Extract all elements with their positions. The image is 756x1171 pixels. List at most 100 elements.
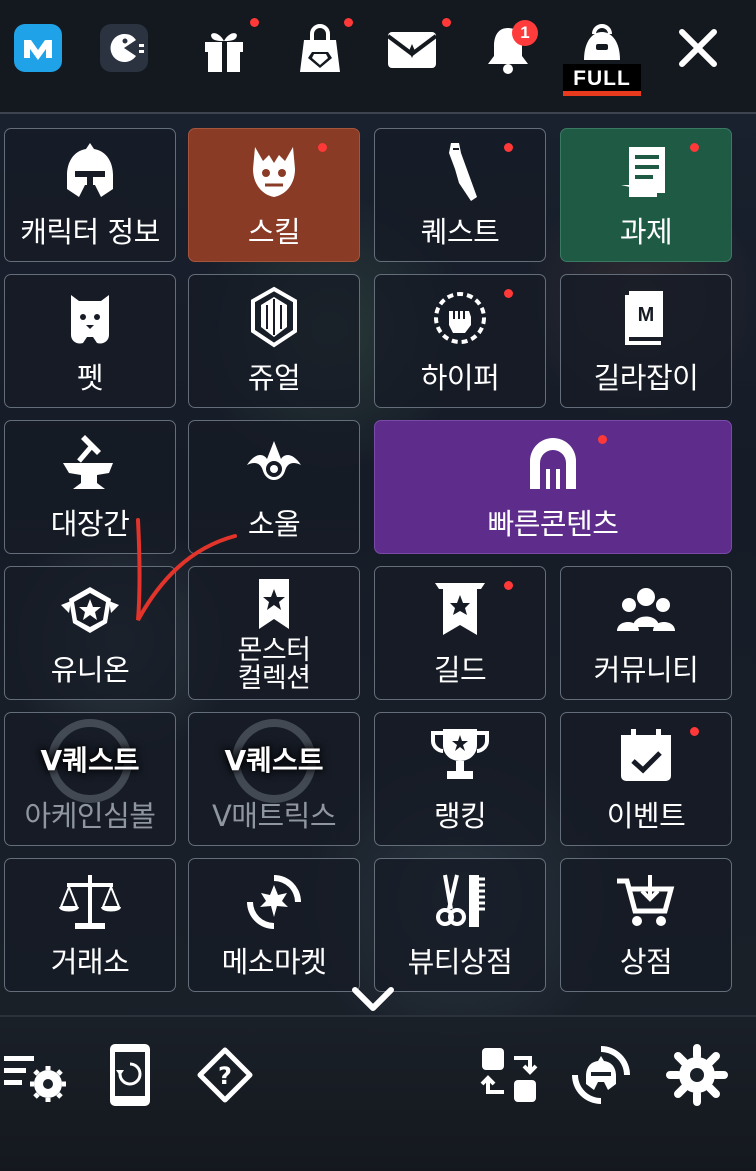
menu-label: 퀘스트: [420, 215, 500, 249]
skill-demon-icon: [241, 139, 307, 205]
menu-label: 아케인심볼: [24, 799, 156, 833]
mail-notice-dot: [442, 18, 451, 27]
svg-text:?: ?: [218, 1062, 232, 1090]
trophy-icon: [427, 723, 493, 789]
menu-pet[interactable]: 펫: [4, 274, 176, 408]
menu-forge[interactable]: 대장간: [4, 420, 176, 554]
menu-label: 랭킹: [433, 799, 487, 833]
guidebook-icon: M: [613, 285, 679, 351]
gift-notice-dot: [250, 18, 259, 27]
scissors-comb-icon: [427, 869, 493, 935]
maplestory-app-icon[interactable]: [6, 20, 70, 90]
new-dot: [318, 143, 327, 152]
menu-label: 길드: [433, 653, 487, 687]
menu-label: 펫: [76, 361, 104, 395]
community-people-icon: [613, 577, 679, 643]
gem-icon: [241, 285, 307, 351]
bookmark-star-icon: [241, 573, 307, 639]
new-dot: [598, 435, 607, 444]
menu-quest[interactable]: 퀘스트: [374, 128, 546, 262]
document-list-icon: [613, 139, 679, 205]
scale-icon: [57, 869, 123, 935]
scroll-icon: [427, 139, 493, 205]
menu-jewel[interactable]: 쥬얼: [188, 274, 360, 408]
svg-text:M: M: [638, 304, 655, 326]
menu-label: 뷰티상점: [407, 945, 513, 979]
menu-settings-icon[interactable]: [2, 1040, 72, 1110]
inventory-full-label: FULL: [563, 64, 641, 96]
menu-label: 스킬: [247, 215, 301, 249]
pet-bear-icon: [57, 285, 123, 351]
menu-shop[interactable]: 상점: [560, 858, 732, 992]
vquest-badge: V퀘스트: [224, 744, 324, 777]
soul-eye-icon: [241, 431, 307, 497]
new-dot: [504, 143, 513, 152]
menu-label: 커뮤니티: [593, 653, 699, 687]
mail-icon[interactable]: [380, 18, 451, 90]
menu-label: 거래소: [50, 945, 130, 979]
menu-beauty-shop[interactable]: 뷰티상점: [374, 858, 546, 992]
meso-leaf-refresh-icon: [241, 869, 307, 935]
bell-icon[interactable]: 1: [476, 20, 540, 90]
cash-shop-icon[interactable]: [288, 18, 353, 90]
gear-icon[interactable]: [662, 1040, 732, 1110]
union-star-badge-icon: [57, 577, 123, 643]
phone-rotate-icon[interactable]: [96, 1040, 166, 1110]
menu-task[interactable]: 과제: [560, 128, 732, 262]
menu-community[interactable]: 커뮤니티: [560, 566, 732, 700]
new-dot: [690, 727, 699, 736]
vquest-badge: V퀘스트: [40, 744, 140, 777]
menu-character-info[interactable]: 캐릭터 정보: [4, 128, 176, 262]
new-dot: [504, 289, 513, 298]
shopping-cart-icon: [613, 869, 679, 935]
anvil-hammer-icon: [57, 431, 123, 497]
menu-trading-post[interactable]: 거래소: [4, 858, 176, 992]
menu-quick-content[interactable]: 빠른콘텐츠: [374, 420, 732, 554]
gate-arch-icon: [520, 431, 586, 497]
menu-label: 메소마켓: [221, 945, 327, 979]
menu-union[interactable]: 유니온: [4, 566, 176, 700]
menu-label: 빠른콘텐츠: [487, 507, 619, 541]
menu-skill[interactable]: 스킬: [188, 128, 360, 262]
menu-label: 이벤트: [606, 799, 686, 833]
menu-arcane-symbol[interactable]: V퀘스트 아케인심볼: [4, 712, 176, 846]
new-dot: [504, 581, 513, 590]
menu-label: V매트릭스: [211, 799, 337, 833]
menu-label-line2: 컬렉션: [237, 663, 311, 694]
chevron-down-icon[interactable]: [349, 984, 397, 1014]
fist-icon: [427, 285, 493, 351]
menu-label: 몬스터 컬렉션: [189, 637, 359, 693]
top-toolbar: 1 FULL: [0, 0, 756, 114]
menu-label: 과제: [619, 215, 673, 249]
menu-meso-market[interactable]: 메소마켓: [188, 858, 360, 992]
menu-label: 소울: [247, 507, 301, 541]
swap-icon[interactable]: [474, 1040, 544, 1110]
menu-event[interactable]: 이벤트: [560, 712, 732, 846]
menu-label: 길라잡이: [593, 361, 699, 395]
pacman-icon[interactable]: [92, 20, 156, 90]
gift-icon[interactable]: [192, 18, 259, 90]
menu-label: 대장간: [50, 507, 130, 541]
menu-label: 상점: [619, 945, 673, 979]
menu-guild[interactable]: 길드: [374, 566, 546, 700]
menu-label: 캐릭터 정보: [20, 215, 160, 249]
menu-v-matrix[interactable]: V퀘스트 V매트릭스: [188, 712, 360, 846]
menu-label: 쥬얼: [247, 361, 301, 395]
menu-label: 유니온: [50, 653, 130, 687]
help-icon[interactable]: ?: [190, 1040, 260, 1110]
menu-guide[interactable]: M 길라잡이: [560, 274, 732, 408]
notification-count-badge: 1: [512, 20, 538, 46]
menu-label-line1: 몬스터: [237, 635, 311, 666]
menu-label: 하이퍼: [420, 361, 500, 395]
helmet-icon: [57, 139, 123, 205]
guild-banner-icon: [427, 577, 493, 643]
menu-ranking[interactable]: 랭킹: [374, 712, 546, 846]
calendar-check-icon: [613, 723, 679, 789]
menu-soul[interactable]: 소울: [188, 420, 360, 554]
menu-hyper[interactable]: 하이퍼: [374, 274, 546, 408]
close-icon[interactable]: [666, 20, 730, 90]
new-dot: [690, 143, 699, 152]
shop-notice-dot: [344, 18, 353, 27]
character-swap-icon[interactable]: [566, 1040, 636, 1110]
menu-monster-collection[interactable]: 몬스터 컬렉션: [188, 566, 360, 700]
